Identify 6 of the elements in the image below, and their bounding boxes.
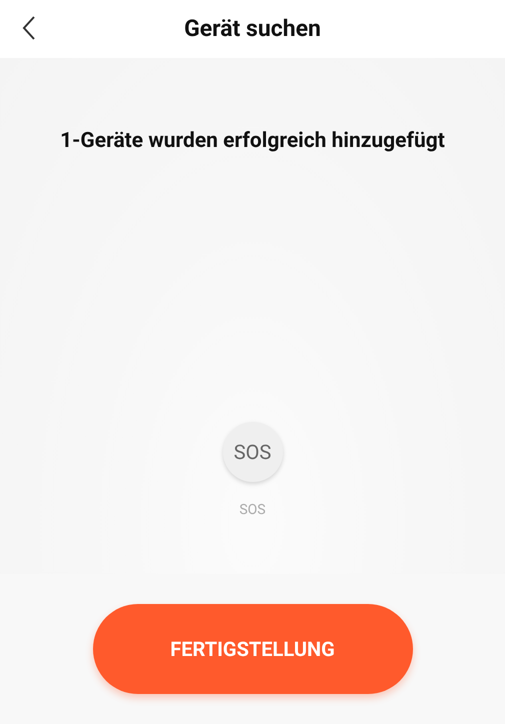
finish-button[interactable]: FERTIGSTELLUNG [92,604,412,694]
success-message: 1-Geräte wurden erfolgreich hinzugefügt [60,128,445,155]
device-icon: SOS [222,422,282,482]
page-title: Gerät suchen [184,14,321,44]
back-icon [22,15,36,41]
device-name: SOS [239,500,266,520]
